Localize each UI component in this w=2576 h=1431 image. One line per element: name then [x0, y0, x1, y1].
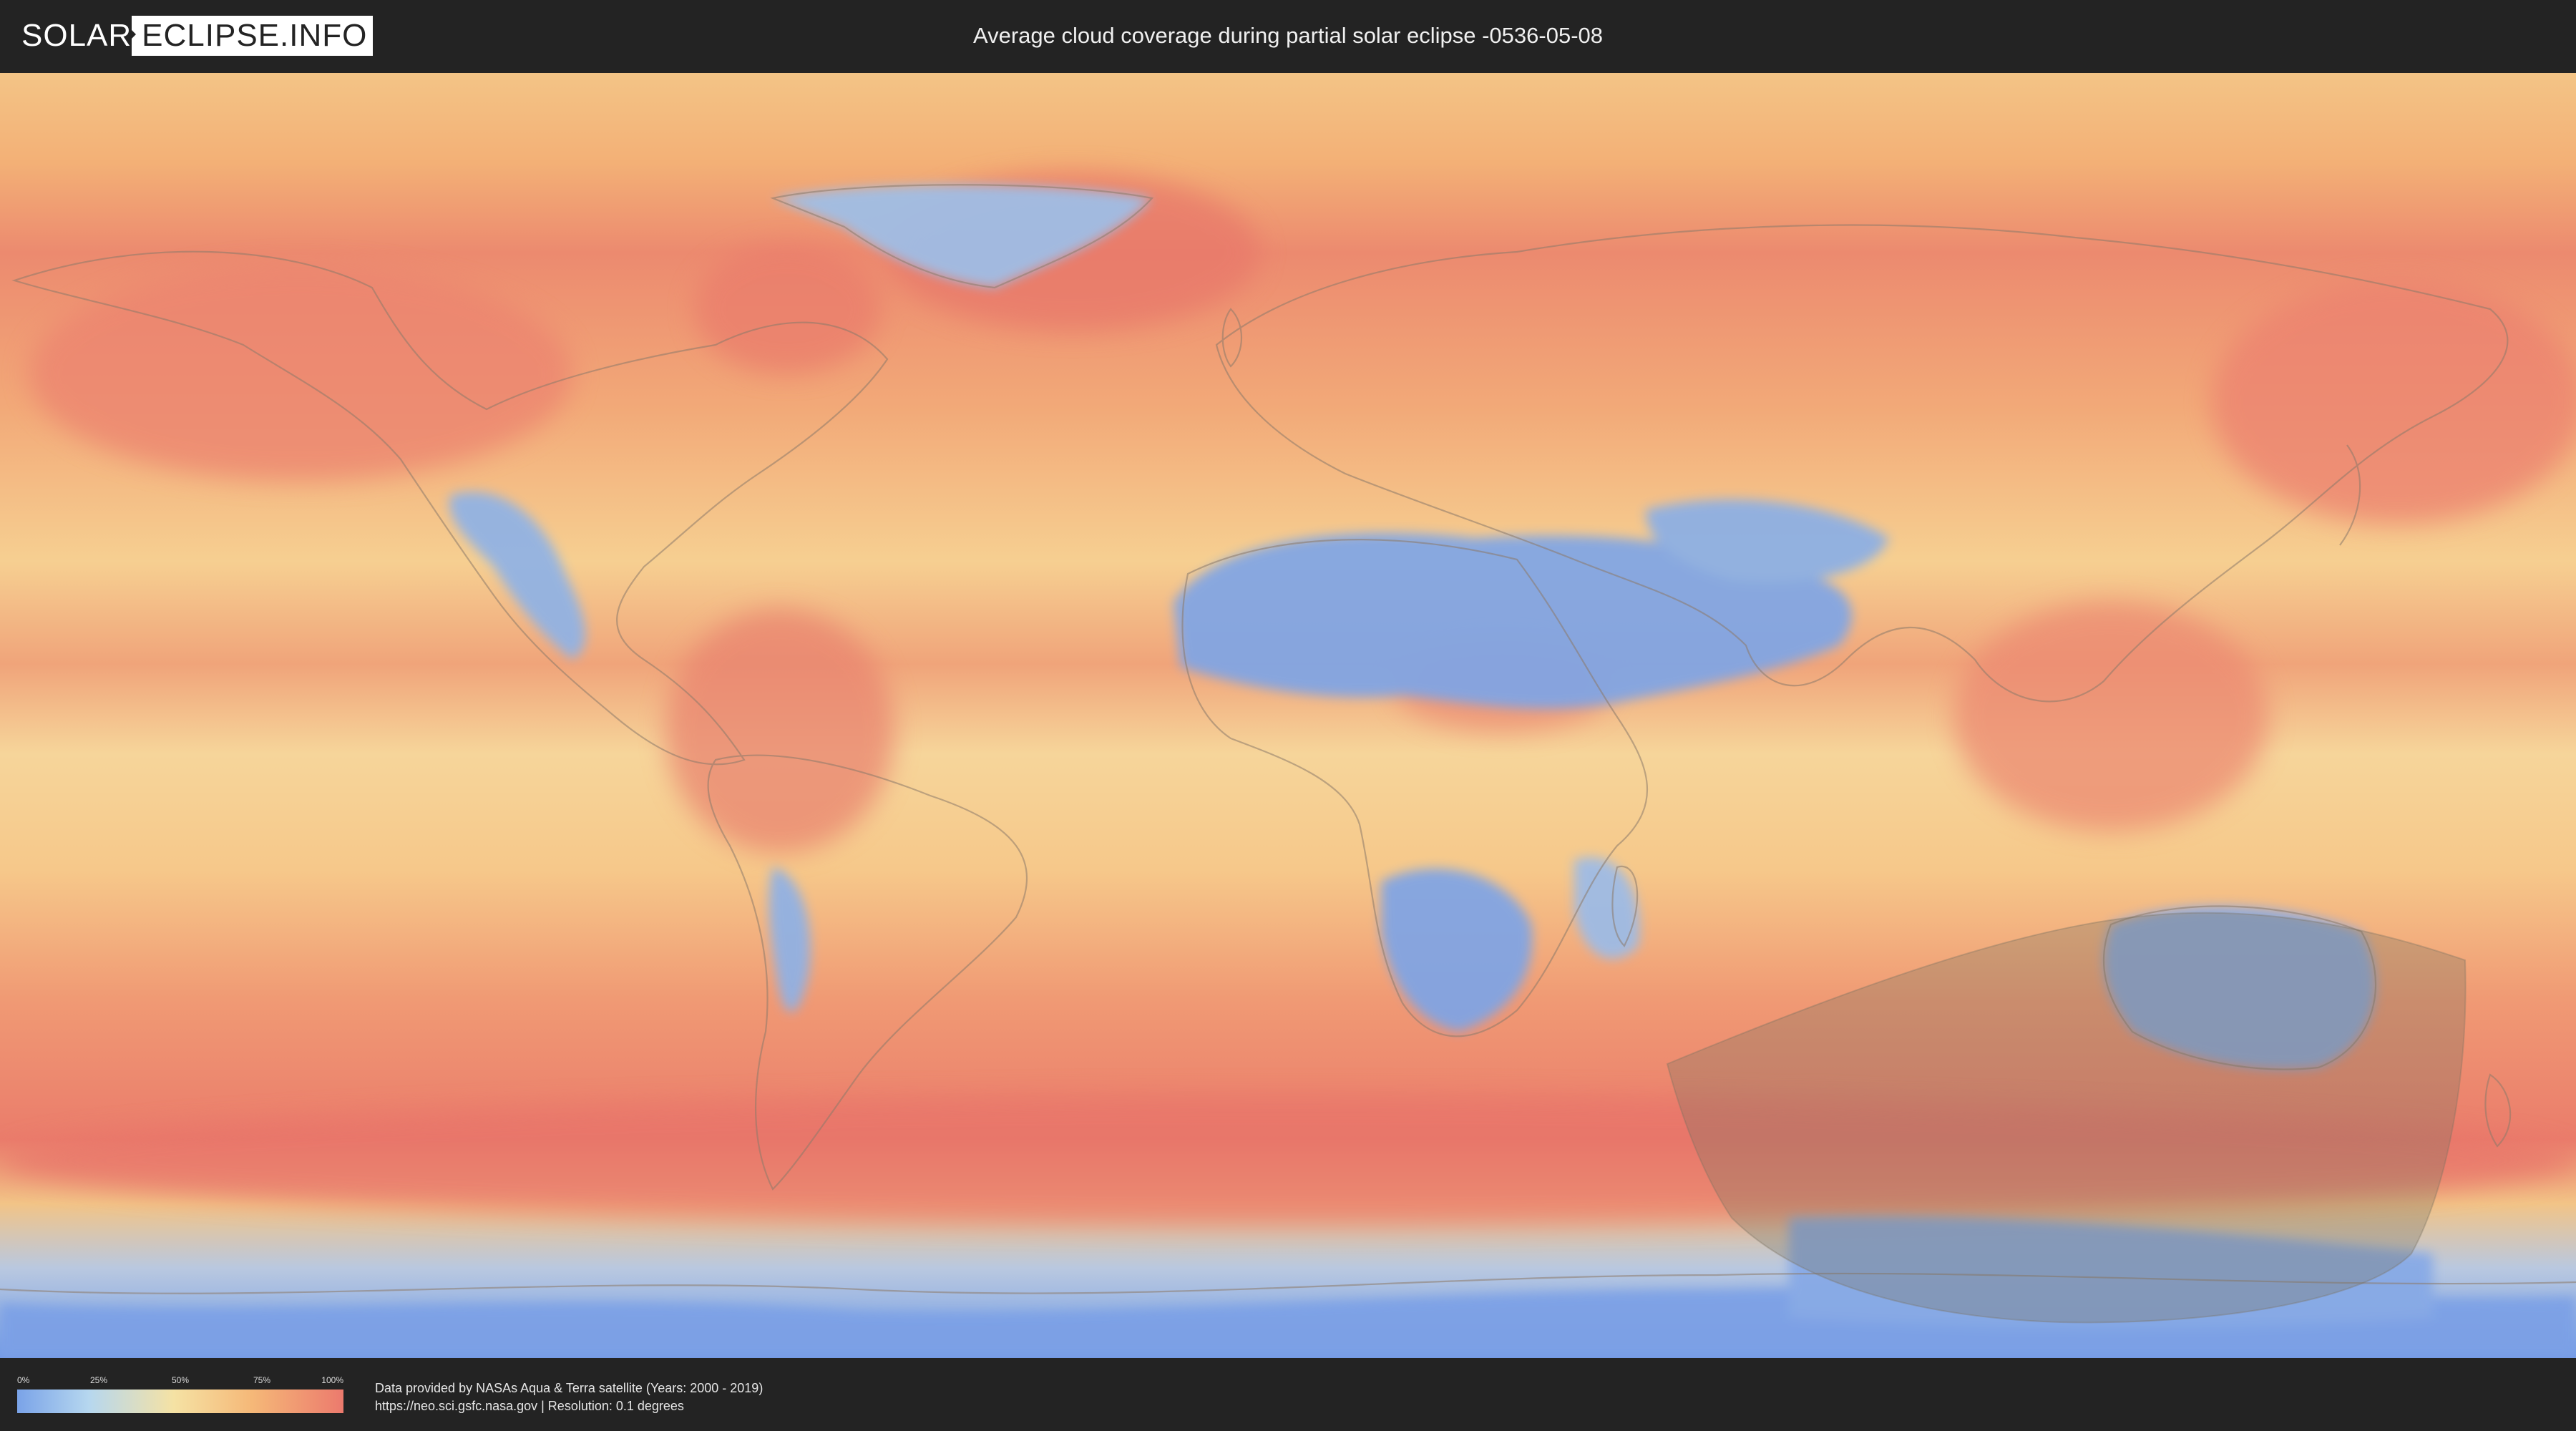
legend-tick-0: 0%	[17, 1375, 30, 1385]
header-bar: SOLAR ECLIPSE.INFO Average cloud coverag…	[0, 0, 2576, 72]
legend-ticks: 0% 25% 50% 75% 100%	[17, 1375, 343, 1388]
page-title: Average cloud coverage during partial so…	[972, 23, 1604, 48]
credits-line-url[interactable]: https://neo.sci.gsfc.nasa.gov | Resoluti…	[375, 1397, 763, 1415]
color-scale-legend: 0% 25% 50% 75% 100%	[17, 1375, 343, 1413]
legend-tick-50: 50%	[171, 1375, 190, 1385]
cloud-coverage-map[interactable]	[0, 73, 2576, 1358]
legend-tick-25: 25%	[89, 1375, 108, 1385]
legend-tick-75: 75%	[253, 1375, 271, 1385]
data-credits: Data provided by NASAs Aqua & Terra sate…	[375, 1379, 763, 1415]
world-map-icon	[0, 73, 2576, 1358]
legend-tick-100: 100%	[321, 1375, 343, 1385]
legend-gradient-bar	[17, 1390, 343, 1413]
credits-line-source: Data provided by NASAs Aqua & Terra sate…	[375, 1381, 763, 1395]
footer-bar: 0% 25% 50% 75% 100% Data provided by NAS…	[0, 1359, 2576, 1431]
